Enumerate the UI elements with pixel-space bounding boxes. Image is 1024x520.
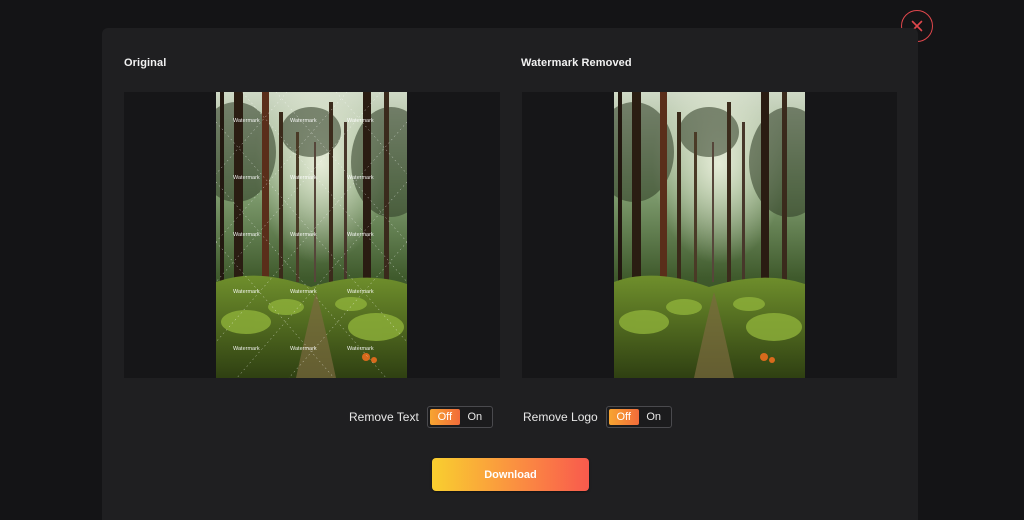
result-preview-pane bbox=[522, 92, 897, 378]
watermark-text: Watermark bbox=[233, 232, 260, 238]
watermark-text: Watermark bbox=[290, 346, 317, 352]
watermark-text: Watermark bbox=[290, 175, 317, 181]
watermark-text: Watermark bbox=[347, 289, 374, 295]
watermark-text: Watermark bbox=[290, 232, 317, 238]
remove-logo-on-option[interactable]: On bbox=[639, 409, 669, 425]
result-pane-title: Watermark Removed bbox=[521, 57, 632, 69]
watermark-text: Watermark bbox=[347, 175, 374, 181]
watermark-text: Watermark bbox=[233, 289, 260, 295]
watermark-text: Watermark bbox=[290, 118, 317, 124]
watermark-text: Watermark bbox=[233, 346, 260, 352]
watermark-text: Watermark bbox=[233, 118, 260, 124]
remove-logo-off-option[interactable]: Off bbox=[608, 409, 639, 425]
watermark-text: Watermark bbox=[347, 346, 374, 352]
remove-text-off-option[interactable]: Off bbox=[429, 409, 460, 425]
remove-logo-label: Remove Logo bbox=[523, 410, 598, 424]
remove-logo-control: Remove Logo Off On bbox=[523, 406, 672, 428]
remove-text-control: Remove Text Off On bbox=[349, 406, 493, 428]
watermark-text: Watermark bbox=[290, 289, 317, 295]
download-button[interactable]: Download bbox=[432, 458, 589, 491]
watermark-text: Watermark bbox=[347, 118, 374, 124]
watermark-text: Watermark bbox=[233, 175, 260, 181]
remove-text-on-option[interactable]: On bbox=[460, 409, 490, 425]
watermark-text: Watermark bbox=[347, 232, 374, 238]
original-preview-pane: Watermark Watermark Watermark Watermark … bbox=[124, 92, 500, 378]
remove-logo-toggle[interactable]: Off On bbox=[605, 406, 672, 428]
original-pane-title: Original bbox=[124, 57, 167, 69]
original-image: Watermark Watermark Watermark Watermark … bbox=[216, 92, 407, 378]
result-image bbox=[614, 92, 805, 378]
watermark-removal-dialog: Original Watermark Removed Watermark Wat… bbox=[102, 28, 918, 520]
remove-text-toggle[interactable]: Off On bbox=[426, 406, 493, 428]
remove-text-label: Remove Text bbox=[349, 410, 419, 424]
